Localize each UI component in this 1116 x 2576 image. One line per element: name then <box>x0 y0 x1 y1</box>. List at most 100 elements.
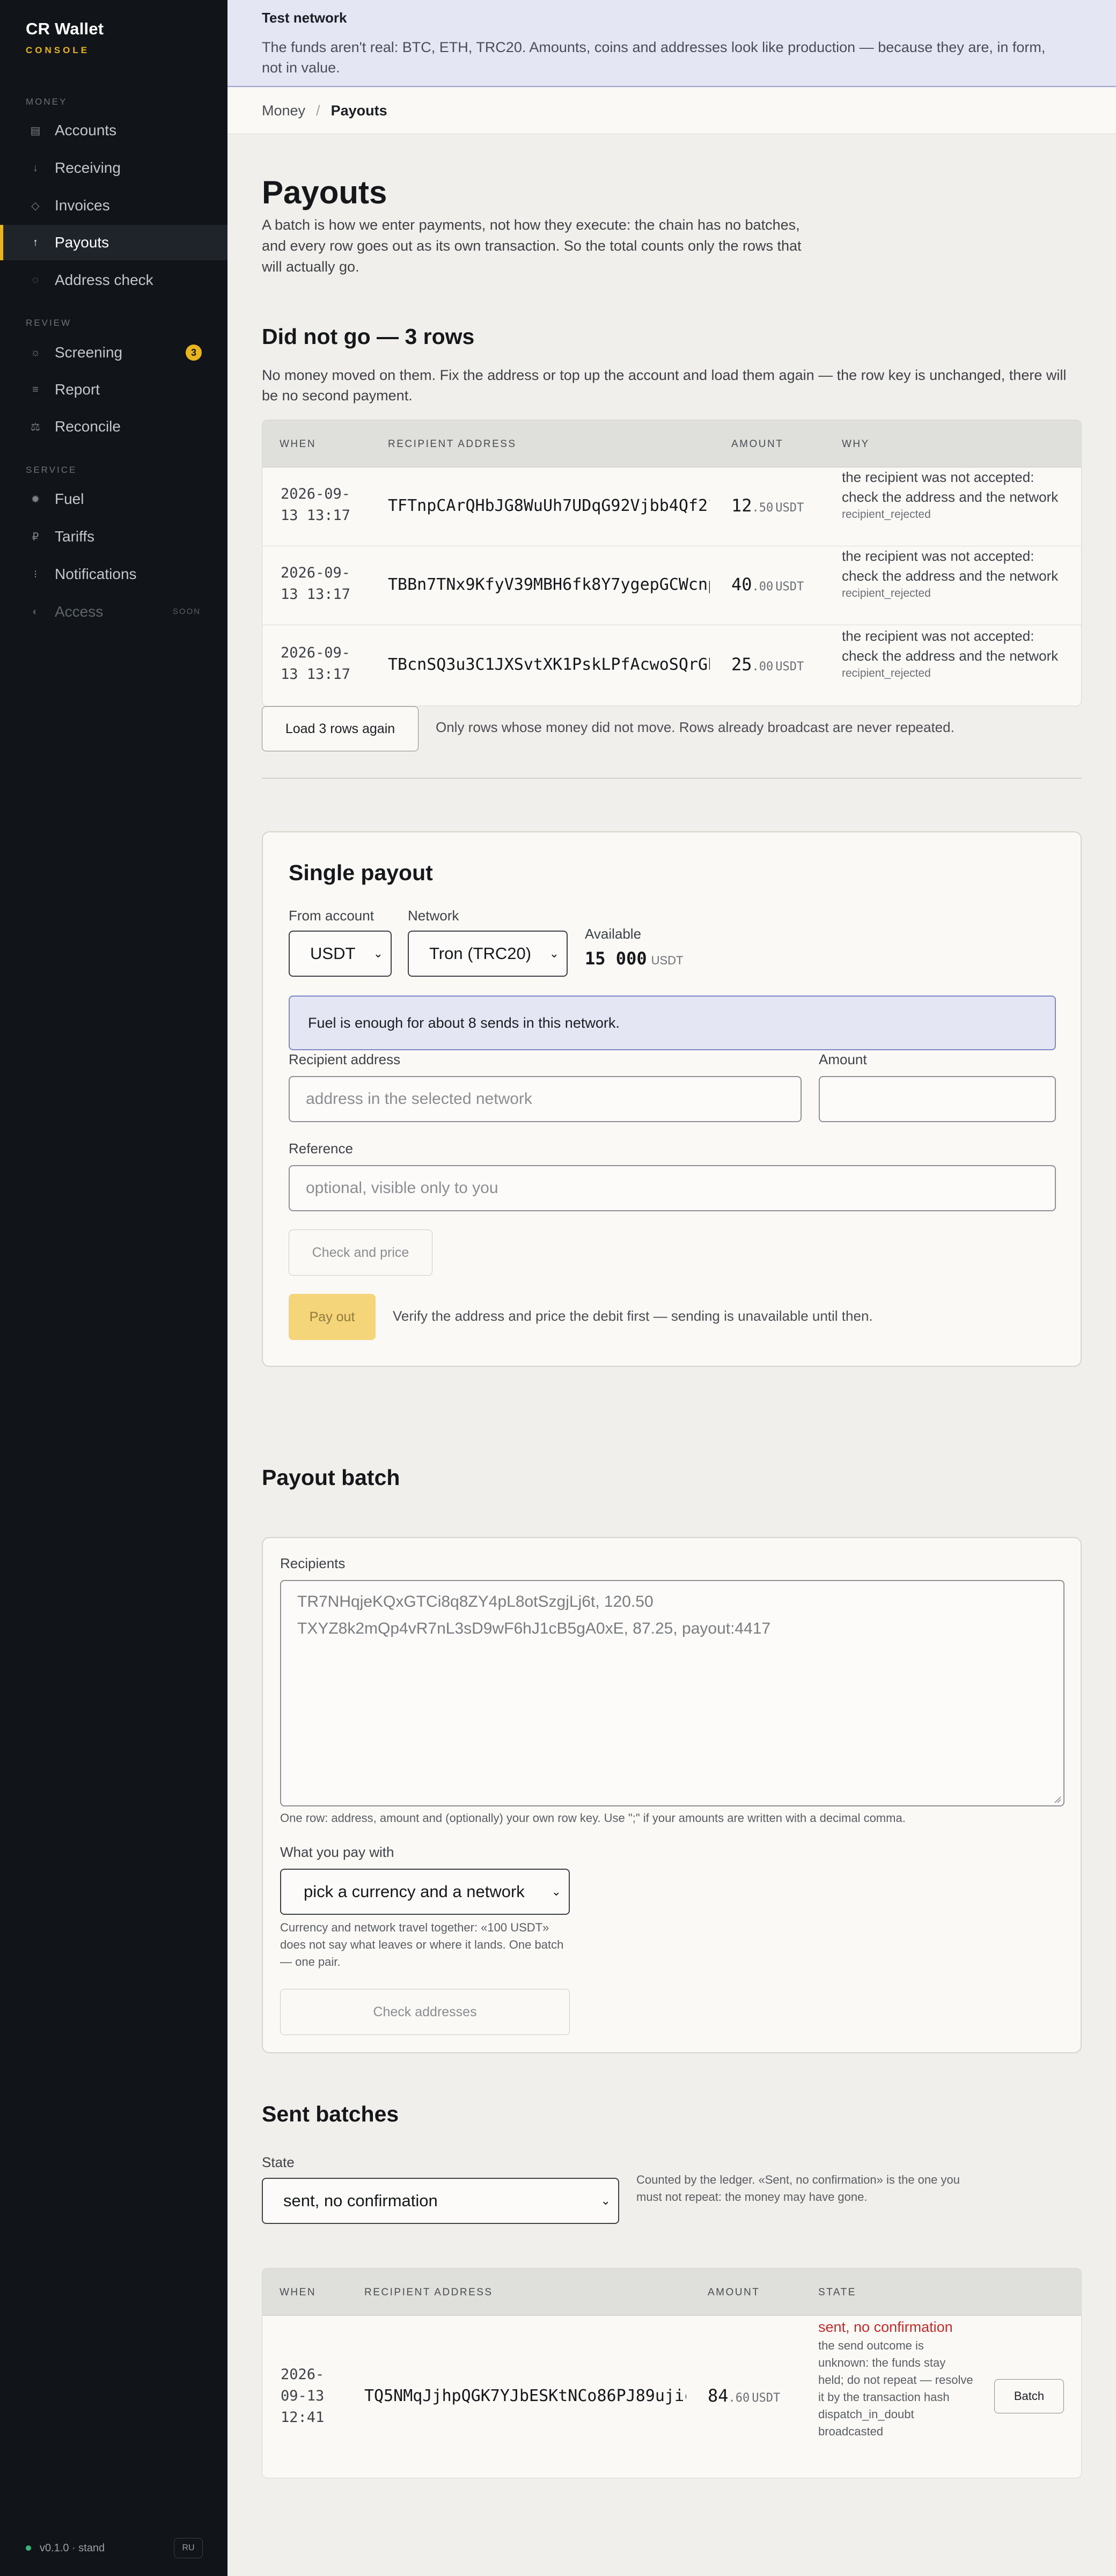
breadcrumb-separator: / <box>316 103 320 119</box>
half-circle-icon: ◐ <box>32 605 39 618</box>
row-amount: 84.60 USDT <box>708 2385 780 2406</box>
amount-integer: 40 <box>731 574 752 595</box>
ruble-icon: ₽ <box>32 531 39 543</box>
row-date: 2026-09- <box>281 565 351 581</box>
fuel-icon: ✹ <box>31 493 40 506</box>
sidebar: CR Wallet CONSOLE MONEY ▤ Accounts ↓ Rec… <box>0 0 227 2576</box>
breadcrumb-money-link[interactable]: Money <box>262 103 305 119</box>
row-address: TBcnSQ3u3C1JXSvtXK1PskLPfAcwoSQrGP <box>388 655 710 674</box>
state-description: the send outcome is unknown: the funds s… <box>818 2339 973 2404</box>
pay-with-label: What you pay with <box>280 1844 394 1860</box>
row-time: 13 13:17 <box>281 507 351 524</box>
screening-count-badge: 3 <box>186 345 202 361</box>
sidebar-item-address-check[interactable]: ◌ Address check <box>0 262 227 298</box>
reference-input[interactable]: optional, visible only to you <box>289 1165 1056 1211</box>
chevron-down-icon: ⌄ <box>549 947 559 960</box>
amount-currency: USDT <box>775 660 804 674</box>
row-time: 12:41 <box>281 2409 325 2426</box>
failed-rows-description: No money moved on them. Fix the address … <box>262 367 1067 404</box>
sidebar-item-invoices[interactable]: ◇ Invoices <box>0 188 227 223</box>
why-code: recipient_rejected <box>842 508 931 521</box>
brand: CR Wallet CONSOLE <box>26 19 104 56</box>
sidebar-item-label: Reconcile <box>55 418 121 435</box>
recipients-line: TR7NHqjeKQxGTCi8q8ZY4pL8otSzgjLj6t, 120.… <box>297 1593 654 1611</box>
sidebar-item-label: Invoices <box>55 197 110 214</box>
chevron-down-icon: ⌄ <box>551 1885 561 1898</box>
state-code: dispatch_in_doubt <box>818 2407 914 2421</box>
breadcrumb-current: Payouts <box>331 103 387 119</box>
from-account-select[interactable]: USDT ⌄ <box>289 931 392 977</box>
sidebar-item-payouts[interactable]: ↑ Payouts <box>0 225 227 260</box>
row-time: 13 13:17 <box>281 586 351 603</box>
pay-out-note: Verify the address and price the debit f… <box>393 1308 873 1324</box>
sidebar-item-label: Tariffs <box>55 528 95 545</box>
why-code: recipient_rejected <box>842 667 931 679</box>
amount-fraction: .60 <box>728 2391 750 2405</box>
sidebar-item-label: Fuel <box>55 491 84 507</box>
state-filter-note: Counted by the ledger. «Sent, no confirm… <box>636 2173 960 2204</box>
recipient-address-label: Recipient address <box>289 1051 401 1067</box>
row-when: 2026-09- 13 13:17 <box>281 484 350 526</box>
amount-integer: 12 <box>731 495 752 516</box>
row-date-year: 2026- <box>281 2366 325 2383</box>
reload-failed-rows-button[interactable]: Load 3 rows again <box>262 706 418 751</box>
state-status-text: sent, no confirmation <box>818 2319 953 2335</box>
sidebar-item-screening[interactable]: ☼ Screening 3 <box>0 335 227 370</box>
state-filter-select[interactable]: sent, no confirmation ⌄ <box>262 2178 619 2224</box>
sidebar-item-fuel[interactable]: ✹ Fuel <box>0 481 227 517</box>
row-why: the recipient was not accepted: check th… <box>842 546 1067 601</box>
recipients-line: TXYZ8k2mQp4vR7nL3sD9wF6hJ1cB5gA0xE, 87.2… <box>297 1620 771 1637</box>
reference-label: Reference <box>289 1140 353 1157</box>
amount-input[interactable] <box>819 1076 1056 1122</box>
sidebar-item-reconcile[interactable]: ⚖ Reconcile <box>0 409 227 444</box>
available-currency: USDT <box>651 954 684 967</box>
amount-integer: 25 <box>731 654 752 675</box>
sidebar-item-accounts[interactable]: ▤ Accounts <box>0 113 227 148</box>
table-header: WHEN RECIPIENT ADDRESS AMOUNT WHY <box>262 420 1081 467</box>
radar-icon: ☼ <box>30 346 41 358</box>
row-why: the recipient was not accepted: check th… <box>842 626 1067 681</box>
arrow-down-icon: ↓ <box>33 162 38 174</box>
brand-title: CR Wallet <box>26 19 104 38</box>
version-info: v0.1.0 · stand <box>26 2542 105 2555</box>
single-payout-title: Single payout <box>289 860 433 885</box>
state-filter-label: State <box>262 2154 295 2170</box>
sidebar-footer: v0.1.0 · stand RU <box>26 2536 203 2560</box>
sidebar-item-receiving[interactable]: ↓ Receiving <box>0 150 227 186</box>
row-address: TFTnpCArQHbJG8WuUh7UDqG92Vjbb4Qf21 <box>388 496 710 515</box>
amount-fraction: .50 <box>752 501 774 515</box>
column-amount: AMOUNT <box>731 438 784 450</box>
resize-grip-icon[interactable] <box>1053 1795 1061 1803</box>
failed-rows-title: Did not go — 3 rows <box>262 324 475 349</box>
why-text: the recipient was not accepted: check th… <box>842 469 1059 505</box>
row-when: 2026- 09-13 12:41 <box>281 2364 324 2428</box>
network-select[interactable]: Tron (TRC20) ⌄ <box>408 931 568 977</box>
test-network-banner: Test network The funds aren't real: BTC,… <box>227 0 1116 87</box>
chevron-down-icon: ⌄ <box>373 947 383 960</box>
banner-text: The funds aren't real: BTC, ETH, TRC20. … <box>262 39 1046 76</box>
payout-batch-card: Recipients TR7NHqjeKQxGTCi8q8ZY4pL8otSzg… <box>262 1537 1082 2053</box>
pay-with-select[interactable]: pick a currency and a network ⌄ <box>280 1869 570 1915</box>
check-addresses-button[interactable]: Check addresses <box>280 1989 570 2035</box>
sidebar-item-notifications[interactable]: ⁝ Notifications <box>0 557 227 592</box>
row-why: the recipient was not accepted: check th… <box>842 467 1067 522</box>
check-and-price-button[interactable]: Check and price <box>289 1230 432 1276</box>
sidebar-item-label: Payouts <box>55 234 109 251</box>
open-batch-button[interactable]: Batch <box>994 2379 1064 2413</box>
sidebar-item-report[interactable]: ≡ Report <box>0 372 227 407</box>
recipients-textarea[interactable]: TR7NHqjeKQxGTCi8q8ZY4pL8otSzgjLj6t, 120.… <box>280 1580 1064 1806</box>
table-row: 2026-09- 13 13:17 TFTnpCArQHbJG8WuUh7UDq… <box>262 467 1081 546</box>
sidebar-item-tariffs[interactable]: ₽ Tariffs <box>0 519 227 554</box>
bullet-list-icon: ⁝ <box>33 568 38 581</box>
pay-out-button[interactable]: Pay out <box>289 1294 376 1340</box>
sent-batches-table: WHEN RECIPIENT ADDRESS AMOUNT STATE 2026… <box>262 2268 1082 2478</box>
sent-batches-title: Sent batches <box>262 2102 399 2126</box>
recipient-address-input[interactable]: address in the selected network <box>289 1076 802 1122</box>
chevron-down-icon: ⌄ <box>600 2194 611 2207</box>
row-when: 2026-09- 13 13:17 <box>281 562 350 605</box>
language-toggle-button[interactable]: RU <box>174 2538 203 2558</box>
amount-fraction: .00 <box>752 580 774 594</box>
amount-currency: USDT <box>775 580 804 594</box>
diamond-icon: ◇ <box>31 200 40 212</box>
network-value: Tron (TRC20) <box>429 944 532 963</box>
